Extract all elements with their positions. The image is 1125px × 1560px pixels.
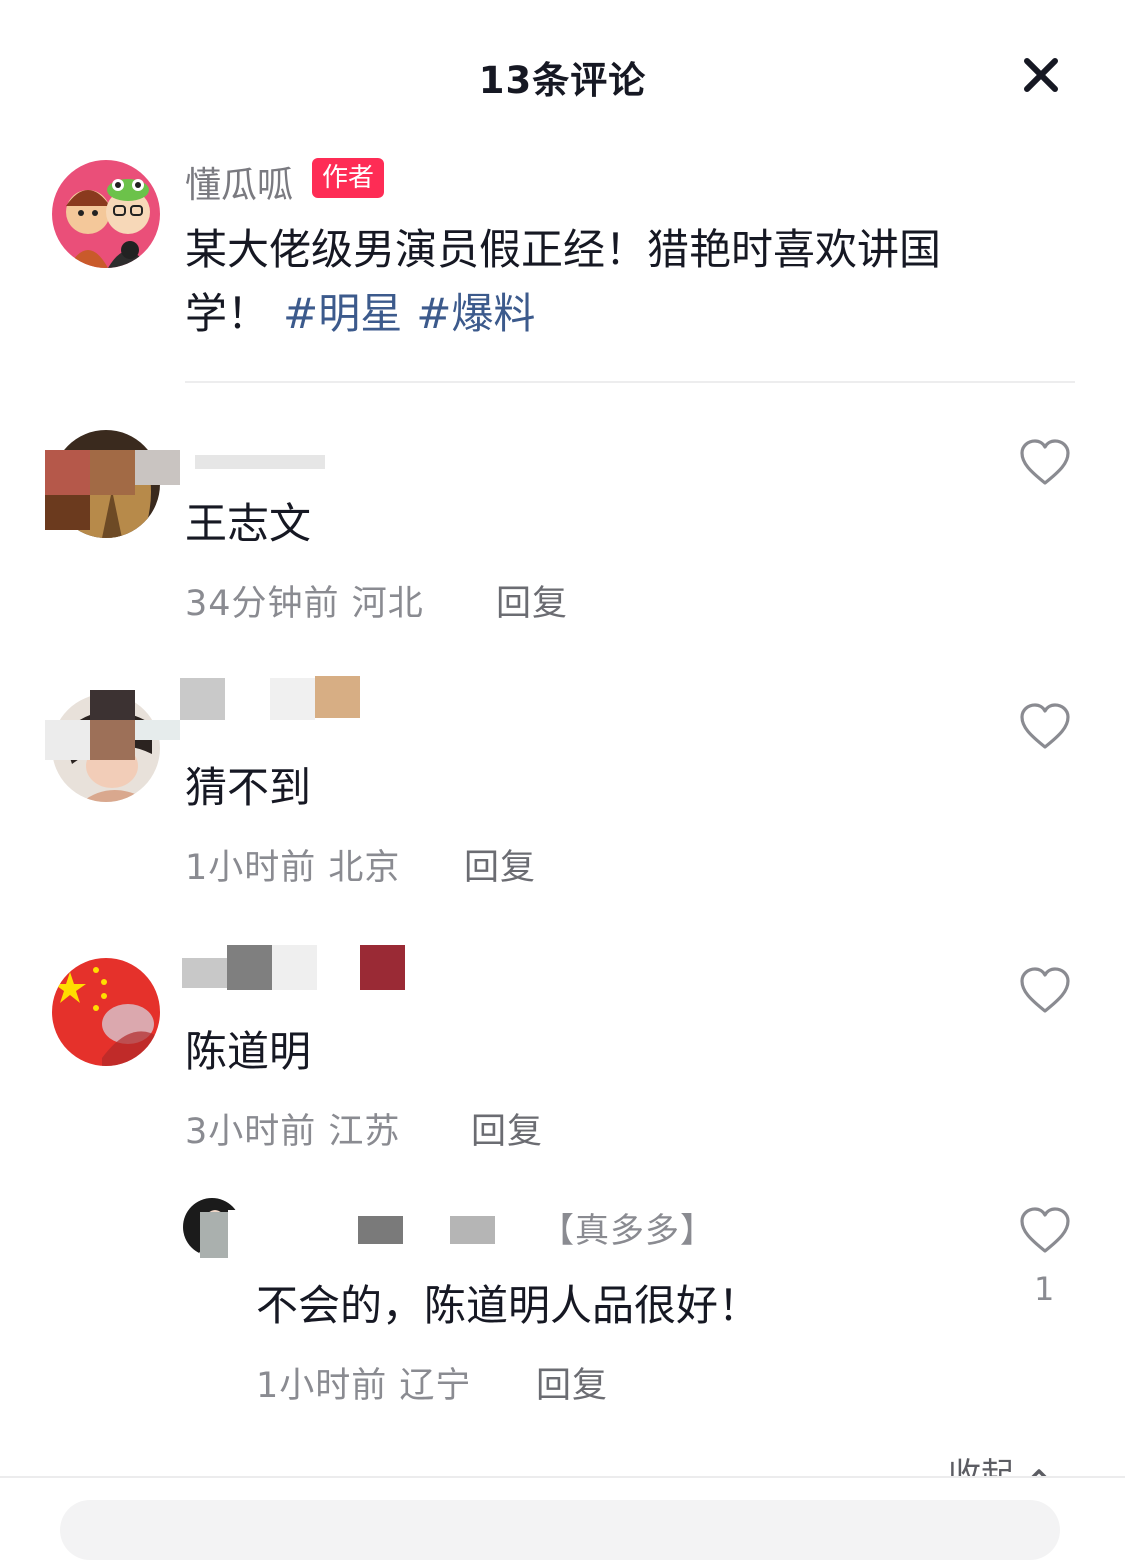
comment-timestamp: 34分钟前 [185,584,340,624]
obscured-username [195,455,325,469]
comment-time: 1小时前 北京 [185,839,400,890]
pixelated-name-block [135,450,180,485]
hashtag-gossip[interactable]: #爆料 [416,289,535,338]
obscured-username [228,1210,358,1258]
comment-text: 陈道明 [185,1027,312,1076]
pixelated-name-block [360,945,405,990]
pixelated-avatar-block [90,690,135,720]
divider [185,381,1075,383]
hashtag-star[interactable]: #明星 [283,289,402,338]
pixelated-name-block [358,1216,403,1244]
reply-button[interactable]: 回复 [536,1357,608,1408]
heart-icon[interactable] [1018,702,1072,752]
comment-timestamp: 3小时前 [185,1112,317,1152]
pixelated-avatar-block [45,720,90,760]
commenter-avatar[interactable] [52,958,160,1066]
pixelated-avatar-block [90,450,135,495]
pixelated-avatar-block [45,450,90,495]
comment-time: 3小时前 江苏 [185,1103,400,1154]
like-button[interactable] [1018,966,1072,1016]
replier-name-visible: 【真多多】 [540,1211,715,1251]
reply-location: 辽宁 [399,1366,472,1406]
pixelated-avatar-block [45,495,90,530]
like-count: 1 [1034,1270,1055,1308]
like-button[interactable] [1018,1206,1072,1256]
heart-icon[interactable] [1018,966,1072,1016]
pixelated-avatar-block [135,720,180,740]
heart-icon[interactable] [1018,1206,1072,1256]
reply-time: 1小时前 辽宁 [256,1357,471,1408]
reply-text: 不会的，陈道明人品很好！ [256,1281,761,1330]
comment-input[interactable] [60,1500,1060,1560]
pixelated-name-block [272,945,317,990]
pixelated-avatar-block [90,720,135,760]
reply-button[interactable]: 回复 [496,575,568,626]
post-text: 某大佬级男演员假正经！猎艳时喜欢讲国学！ #明星 #爆料 [185,218,1015,346]
comment-sheet-top [0,0,1125,30]
author-badge: 作者 [312,158,385,198]
author-name[interactable]: 懂瓜呱 [185,156,293,208]
heart-icon[interactable] [1018,438,1072,488]
comment-location: 江苏 [328,1112,401,1152]
reply-button[interactable]: 回复 [471,1103,543,1154]
pixelated-name-block [182,958,227,988]
comment-location: 北京 [328,848,401,888]
close-button[interactable] [1014,50,1068,104]
comment-text: 王志文 [185,499,312,548]
author-avatar[interactable] [52,160,160,268]
reply-timestamp: 1小时前 [256,1366,388,1406]
like-button[interactable] [1018,702,1072,752]
pixelated-name-block [450,1216,495,1244]
comment-text: 猜不到 [185,763,312,812]
comment-time: 34分钟前 河北 [185,575,424,626]
comment-count-title: 13条评论 [478,59,647,102]
pixelated-avatar-block [200,1212,228,1258]
pixelated-name-block [315,676,360,718]
close-icon[interactable] [1014,50,1068,104]
like-button[interactable] [1018,438,1072,488]
pixelated-name-block [180,678,225,720]
comment-location: 河北 [351,584,424,624]
comment-timestamp: 1小时前 [185,848,317,888]
pixelated-name-block [270,678,315,720]
pixelated-name-block [227,945,272,990]
reply-button[interactable]: 回复 [464,839,536,890]
